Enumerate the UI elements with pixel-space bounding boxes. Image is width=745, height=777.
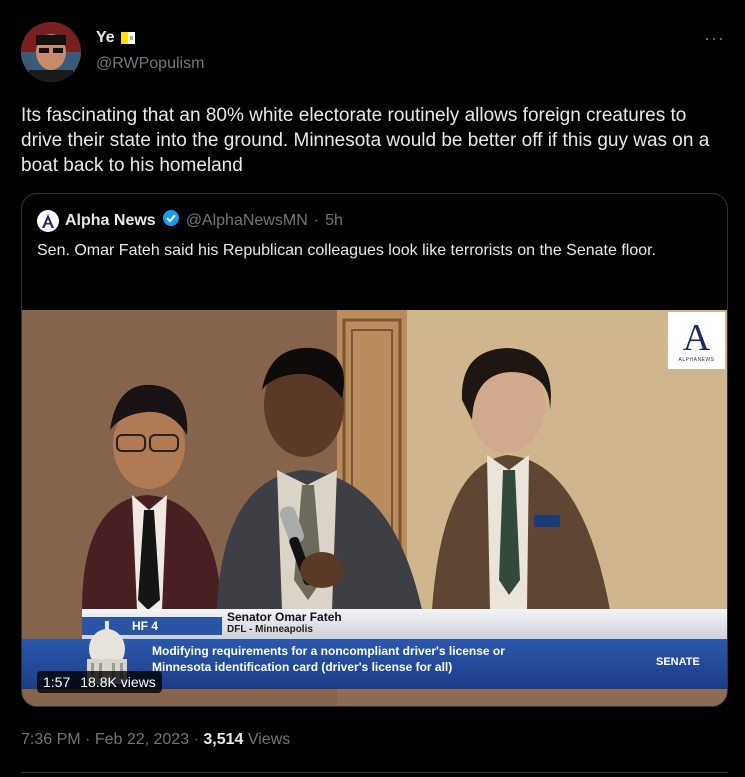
chyron-line-2: Minnesota identification card (driver's …	[152, 660, 453, 674]
flag-icon	[120, 31, 135, 45]
video-player[interactable]: A ALPHANEWS HF 4 Senator Omar Fateh DFL …	[22, 310, 727, 706]
more-options-icon[interactable]: ···	[704, 28, 725, 49]
views-count: 3,514	[203, 731, 244, 748]
chyron-speaker-name: Senator Omar Fateh	[227, 610, 342, 624]
tweet-text: Its fascinating that an 80% white electo…	[21, 105, 710, 176]
quoted-author-name[interactable]: Alpha News	[65, 212, 156, 230]
verified-badge-icon	[162, 209, 180, 232]
quoted-author-handle[interactable]: @AlphaNewsMN	[186, 212, 308, 230]
video-duration: 1:57	[43, 674, 71, 690]
quoted-tweet[interactable]: Alpha News @AlphaNewsMN · 5h Sen. Omar F…	[21, 193, 728, 707]
tweet-meta: 7:36 PM · Feb 22, 2023 · 3,514 Views	[21, 731, 290, 749]
watermark-letter: A	[682, 316, 711, 359]
watermark-text: ALPHANEWS	[678, 356, 715, 363]
quoted-tweet-header: Alpha News @AlphaNewsMN · 5h	[37, 209, 343, 232]
chyron-line-1: Modifying requirements for a noncomplian…	[152, 644, 505, 658]
views-label: Views	[247, 731, 291, 748]
video-views: 18.8K views	[80, 674, 156, 690]
alpha-news-watermark: A ALPHANEWS	[668, 312, 725, 369]
avatar-portrait	[21, 22, 81, 82]
meta-dot: ·	[85, 731, 91, 748]
chyron-channel-label: SENATE	[656, 656, 700, 668]
alpha-news-logo-icon	[37, 209, 59, 232]
chyron-speaker-district: DFL - Minneapolis	[227, 624, 313, 635]
avatar[interactable]	[21, 22, 81, 82]
meta-dot: ·	[193, 731, 199, 748]
author-display-name[interactable]: Ye	[96, 29, 115, 47]
tweet-time[interactable]: 7:36 PM	[21, 731, 81, 748]
quoted-tweet-text: Sen. Omar Fateh said his Republican coll…	[37, 242, 656, 259]
quoted-tweet-time[interactable]: 5h	[325, 212, 343, 230]
video-stats-badge: 1:57 18.8K views	[37, 671, 162, 693]
divider	[21, 772, 728, 773]
author-handle[interactable]: @RWPopulism	[96, 55, 204, 73]
tweet-date[interactable]: Feb 22, 2023	[95, 731, 189, 748]
separator-dot: ·	[313, 211, 320, 229]
author-name-row: Ye	[96, 29, 135, 47]
